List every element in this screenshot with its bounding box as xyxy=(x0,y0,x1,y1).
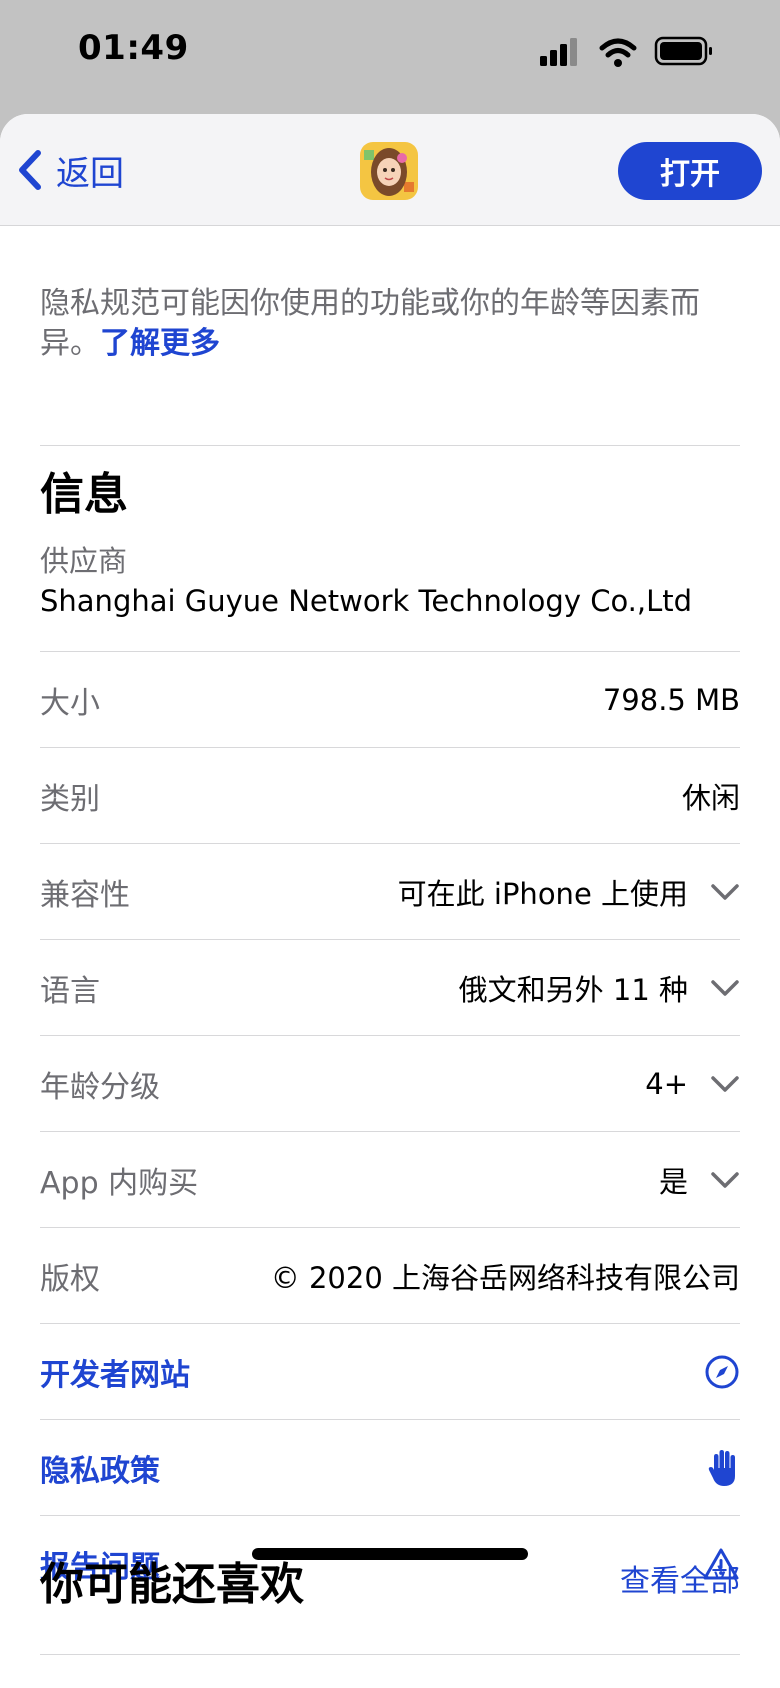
see-all-link[interactable]: 查看全部 xyxy=(620,1556,740,1600)
divider xyxy=(40,1654,740,1655)
info-row-copyright: 版权 © 2020 上海谷岳网络科技有限公司 xyxy=(40,1228,740,1324)
row-value: 是 xyxy=(659,1159,740,1201)
nav-bar: 返回 打开 xyxy=(0,114,780,226)
chevron-down-icon xyxy=(711,1076,739,1092)
row-label: 版权 xyxy=(40,1262,100,1297)
open-button[interactable]: 打开 xyxy=(618,142,762,200)
status-icons xyxy=(540,36,712,67)
info-row-category: 类别 休闲 xyxy=(40,748,740,844)
wifi-icon xyxy=(599,38,637,67)
row-label: 大小 xyxy=(40,686,100,721)
row-label: 开发者网站 xyxy=(40,1358,190,1393)
status-bar: 01:49 xyxy=(0,0,780,114)
hand-icon xyxy=(708,1450,735,1486)
chevron-left-icon xyxy=(19,150,41,190)
battery-icon xyxy=(654,36,712,66)
info-row-age-rating[interactable]: 年龄分级 4+ xyxy=(40,1036,740,1132)
row-label: App 内购买 xyxy=(40,1166,199,1201)
vendor-label: 供应商 xyxy=(40,544,128,578)
row-value: 4+ xyxy=(645,1067,740,1101)
row-value: 俄文和另外 11 种 xyxy=(459,967,740,1009)
back-label: 返回 xyxy=(56,153,124,194)
row-value: 可在此 iPhone 上使用 xyxy=(398,871,740,913)
row-label: 隐私政策 xyxy=(40,1454,160,1489)
info-row-compatibility[interactable]: 兼容性 可在此 iPhone 上使用 xyxy=(40,844,740,940)
vendor-name: Shanghai Guyue Network Technology Co.,Lt… xyxy=(40,584,693,618)
row-label: 年龄分级 xyxy=(40,1070,160,1105)
info-row-size: 大小 798.5 MB xyxy=(40,652,740,748)
info-section-title: 信息 xyxy=(40,469,128,520)
home-indicator xyxy=(252,1548,528,1560)
info-row-language[interactable]: 语言 俄文和另外 11 种 xyxy=(40,940,740,1036)
privacy-policy-link[interactable]: 隐私政策 xyxy=(40,1420,740,1516)
row-label: 类别 xyxy=(40,782,100,817)
privacy-note: 隐私规范可能因你使用的功能或你的年龄等因素而异。了解更多 xyxy=(40,284,740,364)
back-button[interactable]: 返回 xyxy=(16,144,124,196)
status-time: 01:49 xyxy=(78,28,189,68)
divider xyxy=(40,445,740,446)
row-value: 休闲 xyxy=(681,781,740,815)
chevron-down-icon xyxy=(711,884,739,900)
info-row-in-app-purchase[interactable]: App 内购买 是 xyxy=(40,1132,740,1228)
developer-website-link[interactable]: 开发者网站 xyxy=(40,1324,740,1420)
row-label: 兼容性 xyxy=(40,878,130,913)
compass-icon xyxy=(705,1355,739,1389)
row-value: © 2020 上海谷岳网络科技有限公司 xyxy=(270,1261,740,1295)
cellular-signal-icon xyxy=(540,38,577,66)
row-label: 语言 xyxy=(40,974,100,1009)
app-detail-sheet: 返回 打开 隐私规范可能因你使用的功能或你的年龄等因素而异。了解更多 信息 供应… xyxy=(0,114,780,1688)
chevron-down-icon xyxy=(711,1172,739,1188)
chevron-down-icon xyxy=(711,980,739,996)
learn-more-link[interactable]: 了解更多 xyxy=(100,326,220,361)
row-value: 798.5 MB xyxy=(602,683,740,717)
app-icon xyxy=(360,142,418,200)
